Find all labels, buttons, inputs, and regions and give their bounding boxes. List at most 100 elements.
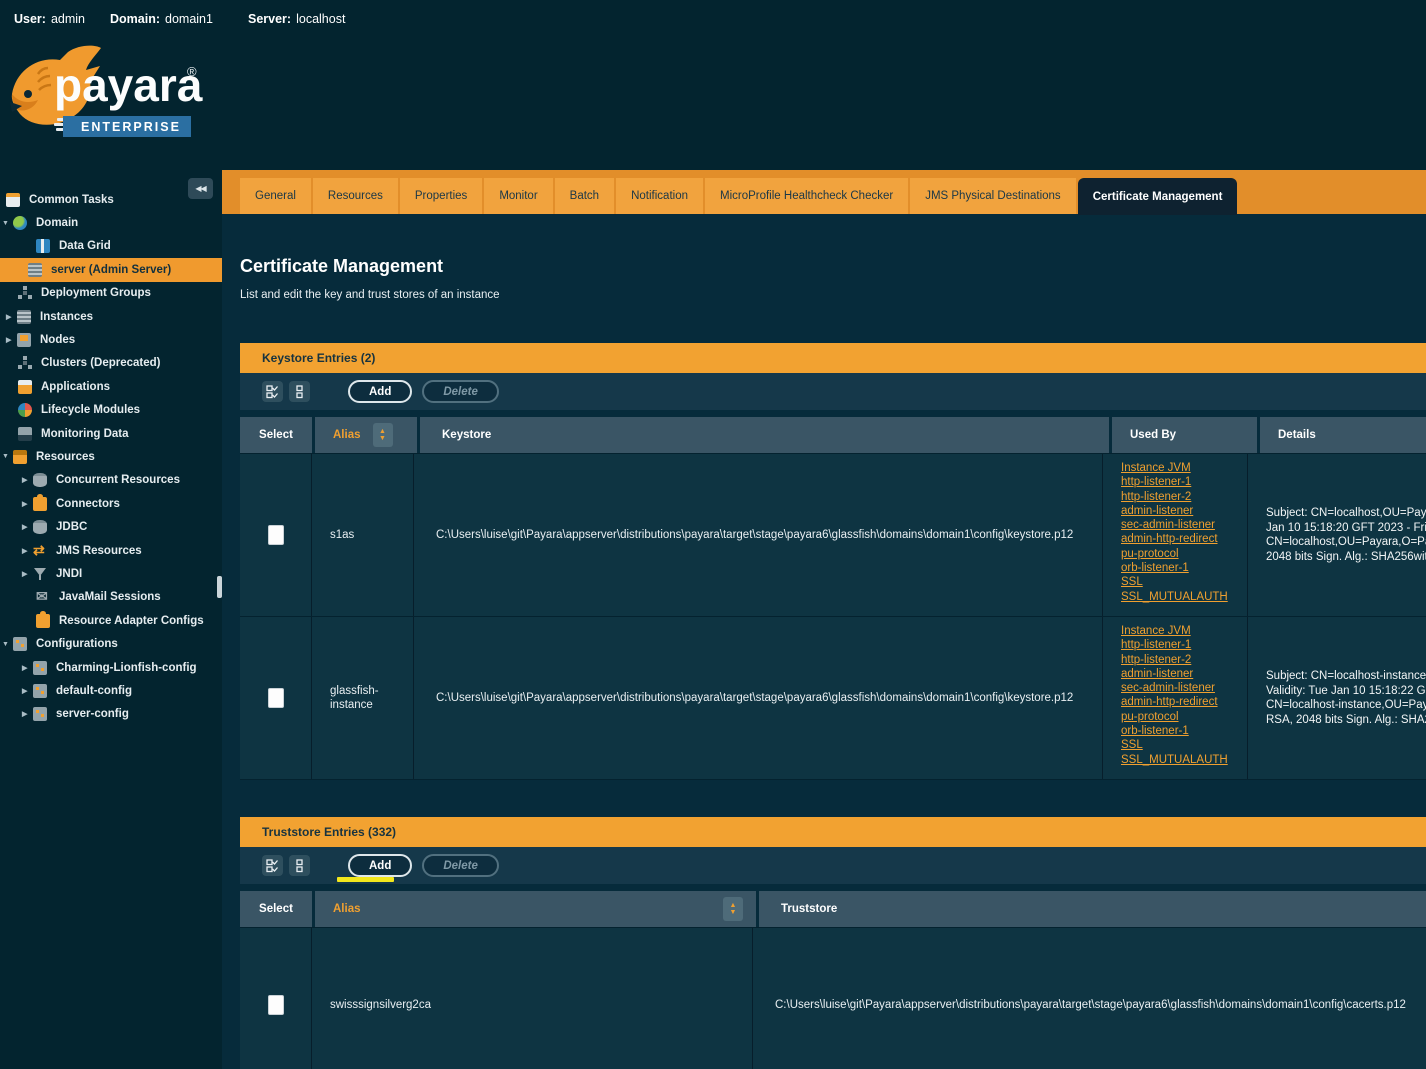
sidebar-item-icon xyxy=(33,520,47,534)
used-by-link[interactable]: sec-admin-listener xyxy=(1121,681,1247,695)
tree-toggle-icon[interactable] xyxy=(22,547,33,555)
details-line: Subject: CN=localhost,OU=Payara, xyxy=(1266,506,1426,521)
tree-toggle-icon[interactable] xyxy=(22,570,33,578)
used-by-link[interactable]: pu-protocol xyxy=(1121,710,1247,724)
sidebar-item-icon xyxy=(18,380,32,394)
tree-toggle-icon[interactable] xyxy=(6,336,17,344)
sidebar-item[interactable]: Applications xyxy=(0,375,222,398)
tree-toggle-icon[interactable] xyxy=(2,641,13,648)
row-select-checkbox[interactable] xyxy=(268,688,284,708)
row-select-checkbox[interactable] xyxy=(268,995,284,1015)
tab[interactable]: Certificate Management xyxy=(1078,178,1238,215)
alias-sort-button[interactable] xyxy=(723,897,743,921)
user-value: admin xyxy=(51,12,85,26)
tab[interactable]: JMS Physical Destinations xyxy=(910,178,1076,214)
registered-mark: ® xyxy=(187,64,197,79)
sidebar-item[interactable]: Clusters (Deprecated) xyxy=(0,352,222,375)
deselect-all-button[interactable] xyxy=(289,381,310,402)
used-by-link[interactable]: pu-protocol xyxy=(1121,547,1247,561)
sidebar-item[interactable]: Resource Adapter Configs xyxy=(0,609,222,632)
sidebar-item-label: Resources xyxy=(36,451,95,463)
sidebar-item[interactable]: Data Grid xyxy=(0,235,222,258)
used-by-link[interactable]: http-listener-1 xyxy=(1121,638,1247,652)
sidebar-item-icon xyxy=(18,403,32,417)
sidebar-item[interactable]: Concurrent Resources xyxy=(0,469,222,492)
tree-toggle-icon[interactable] xyxy=(22,687,33,695)
sidebar-item[interactable]: JDBC xyxy=(0,515,222,538)
used-by-link[interactable]: Instance JVM xyxy=(1121,461,1247,475)
used-by-link[interactable]: admin-http-redirect xyxy=(1121,695,1247,709)
sidebar-item-icon xyxy=(6,193,20,207)
sidebar-item[interactable]: server (Admin Server) xyxy=(0,258,222,281)
sidebar-item[interactable]: Domain xyxy=(0,211,222,234)
keystore-add-button[interactable]: Add xyxy=(348,380,412,403)
truststore-table-body: swisssignsilverg2ca C:\Users\luise\git\P… xyxy=(240,927,1426,1069)
sidebar-item-label: JNDI xyxy=(56,568,82,580)
tree-toggle-icon[interactable] xyxy=(22,500,33,508)
used-by-link[interactable]: http-listener-2 xyxy=(1121,653,1247,667)
sidebar-item[interactable]: Monitoring Data xyxy=(0,422,222,445)
tree-toggle-icon[interactable] xyxy=(2,453,13,460)
sidebar-item[interactable]: default-config xyxy=(0,679,222,702)
truststore-delete-button[interactable]: Delete xyxy=(422,854,499,877)
sidebar-item[interactable]: Deployment Groups xyxy=(0,282,222,305)
used-by-link[interactable]: SSL xyxy=(1121,575,1247,589)
select-cell xyxy=(240,617,312,779)
tree-toggle-icon[interactable] xyxy=(22,664,33,672)
used-by-link[interactable]: http-listener-2 xyxy=(1121,490,1247,504)
used-by-link[interactable]: http-listener-1 xyxy=(1121,475,1247,489)
sidebar-item[interactable]: Common Tasks xyxy=(0,188,222,211)
sidebar-item-icon xyxy=(36,614,50,628)
truststore-path: C:\Users\luise\git\Payara\appserver\dist… xyxy=(775,999,1406,1011)
used-by-link[interactable]: SSL xyxy=(1121,738,1247,752)
content: General Resources Properties Monitor Bat… xyxy=(222,0,1426,1069)
sidebar-item[interactable]: JNDI xyxy=(0,562,222,585)
row-select-checkbox[interactable] xyxy=(268,525,284,545)
select-all-button[interactable] xyxy=(262,381,283,402)
tab[interactable]: Properties xyxy=(400,178,482,214)
sidebar-item[interactable]: server-config xyxy=(0,703,222,726)
keystore-delete-button[interactable]: Delete xyxy=(422,380,499,403)
used-by-link[interactable]: admin-listener xyxy=(1121,504,1247,518)
tab[interactable]: Monitor xyxy=(484,178,552,214)
used-by-link[interactable]: SSL_MUTUALAUTH xyxy=(1121,590,1247,604)
used-by-link[interactable]: sec-admin-listener xyxy=(1121,518,1247,532)
sidebar-item[interactable]: Resources xyxy=(0,445,222,468)
column-header-select: Select xyxy=(240,417,312,453)
deselect-all-button[interactable] xyxy=(289,855,310,876)
sidebar-item[interactable]: Connectors xyxy=(0,492,222,515)
used-by-link[interactable]: Instance JVM xyxy=(1121,624,1247,638)
tree-toggle-icon[interactable] xyxy=(6,313,17,321)
tab[interactable]: Resources xyxy=(313,178,398,214)
sidebar-item[interactable]: Nodes xyxy=(0,328,222,351)
sidebar-item[interactable]: Instances xyxy=(0,305,222,328)
sidebar-item[interactable]: JMS Resources xyxy=(0,539,222,562)
used-by-link[interactable]: orb-listener-1 xyxy=(1121,561,1247,575)
deselect-all-icon xyxy=(296,859,303,873)
sidebar-item-label: server (Admin Server) xyxy=(51,264,171,276)
tab[interactable]: Batch xyxy=(555,178,614,214)
tree-toggle-icon[interactable] xyxy=(2,220,13,227)
sidebar-item[interactable]: Charming-Lionfish-config xyxy=(0,656,222,679)
used-by-link[interactable]: admin-listener xyxy=(1121,667,1247,681)
sidebar-item[interactable]: Lifecycle Modules xyxy=(0,399,222,422)
tab[interactable]: General xyxy=(240,178,311,214)
sidebar-item[interactable]: JavaMail Sessions xyxy=(0,586,222,609)
sidebar-item-label: Configurations xyxy=(36,638,118,650)
tree-toggle-icon[interactable] xyxy=(22,523,33,531)
select-all-button[interactable] xyxy=(262,855,283,876)
truststore-add-button[interactable]: Add xyxy=(348,854,412,877)
tree-toggle-icon[interactable] xyxy=(22,710,33,718)
tab[interactable]: MicroProfile Healthcheck Checker xyxy=(705,178,908,214)
sidebar: Common Tasks Domain Data Grid xyxy=(0,170,222,1069)
tab-label: JMS Physical Destinations xyxy=(925,190,1061,202)
sidebar-item[interactable]: Configurations xyxy=(0,632,222,655)
used-by-link[interactable]: admin-http-redirect xyxy=(1121,532,1247,546)
used-by-link[interactable]: orb-listener-1 xyxy=(1121,724,1247,738)
used-by-link[interactable]: SSL_MUTUALAUTH xyxy=(1121,753,1247,767)
tab-label: Monitor xyxy=(499,190,537,202)
tree-toggle-icon[interactable] xyxy=(22,476,33,484)
tab[interactable]: Notification xyxy=(616,178,703,214)
add-button-highlight xyxy=(337,877,394,882)
alias-sort-button[interactable] xyxy=(373,423,393,447)
